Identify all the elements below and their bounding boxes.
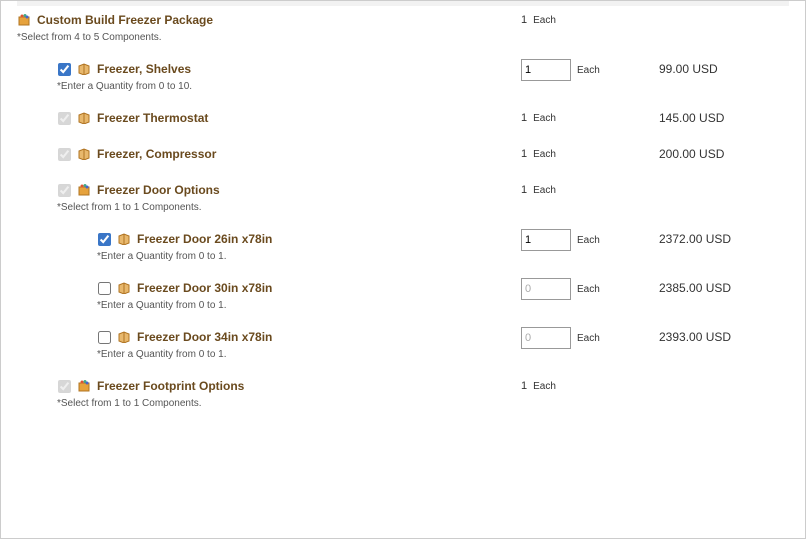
package-icon bbox=[77, 183, 91, 197]
package-icon bbox=[77, 379, 91, 393]
scroll-area[interactable]: PRODUCT QUANTITY PRICE Custom Build Free… bbox=[1, 1, 805, 538]
checkbox-door-options bbox=[58, 184, 71, 197]
door-title-0: Freezer Door 26in x78in bbox=[137, 232, 272, 246]
table-row: Freezer Thermostat 1 Each 145.00 USD bbox=[17, 104, 789, 132]
each-label: Each bbox=[533, 381, 556, 392]
door-title-1: Freezer Door 30in x78in bbox=[137, 281, 272, 295]
root-qty: 1 bbox=[521, 14, 527, 26]
item-qty-input-0[interactable] bbox=[521, 59, 571, 81]
door-checkbox-1[interactable] bbox=[98, 282, 111, 295]
box-icon bbox=[117, 330, 131, 344]
footprint-qty: 1 bbox=[521, 380, 527, 392]
root-title: Custom Build Freezer Package bbox=[37, 13, 213, 27]
item-title-1: Freezer Thermostat bbox=[97, 111, 208, 125]
each-label: Each bbox=[577, 333, 600, 344]
door-note-0: *Enter a Quantity from 0 to 1. bbox=[97, 251, 513, 262]
package-icon bbox=[17, 13, 31, 27]
door-price-1: 2385.00 USD bbox=[659, 278, 789, 298]
each-label: Each bbox=[533, 149, 556, 160]
each-label: Each bbox=[533, 113, 556, 124]
footprint-note: *Select from 1 to 1 Components. bbox=[57, 398, 513, 409]
door-options-note: *Select from 1 to 1 Components. bbox=[57, 202, 513, 213]
door-options-qty: 1 bbox=[521, 184, 527, 196]
door-qty-input-1 bbox=[521, 278, 571, 300]
item-price-1: 145.00 USD bbox=[659, 108, 789, 128]
box-icon bbox=[77, 147, 91, 161]
item-title-2: Freezer, Compressor bbox=[97, 147, 216, 161]
table-row: Freezer Door 30in x78in *Enter a Quantity… bbox=[17, 274, 789, 315]
box-icon bbox=[117, 281, 131, 295]
item-price-2: 200.00 USD bbox=[659, 144, 789, 164]
item-checkbox-0[interactable] bbox=[58, 63, 71, 76]
door-note-1: *Enter a Quantity from 0 to 1. bbox=[97, 300, 513, 311]
table-row: Freezer Door 26in x78in *Enter a Quantity… bbox=[17, 225, 789, 266]
row-root: Custom Build Freezer Package *Select fro… bbox=[17, 6, 789, 47]
box-icon bbox=[117, 232, 131, 246]
root-note: *Select from 4 to 5 Components. bbox=[17, 32, 513, 43]
item-qty-1: 1 bbox=[521, 112, 527, 124]
row-footprint-options: Freezer Footprint Options *Select from 1… bbox=[17, 372, 789, 413]
door-checkbox-0[interactable] bbox=[98, 233, 111, 246]
door-note-2: *Enter a Quantity from 0 to 1. bbox=[97, 349, 513, 360]
each-label: Each bbox=[533, 15, 556, 26]
table-row: Freezer Door 34in x78in *Enter a Quantity… bbox=[17, 323, 789, 364]
item-qty-2: 1 bbox=[521, 148, 527, 160]
door-title-2: Freezer Door 34in x78in bbox=[137, 330, 272, 344]
door-qty-input-0[interactable] bbox=[521, 229, 571, 251]
box-icon bbox=[77, 62, 91, 76]
table-row: Freezer, Shelves *Enter a Quantity from 0… bbox=[17, 55, 789, 96]
item-title-0: Freezer, Shelves bbox=[97, 62, 191, 76]
each-label: Each bbox=[577, 235, 600, 246]
footprint-title: Freezer Footprint Options bbox=[97, 379, 244, 393]
door-checkbox-2[interactable] bbox=[98, 331, 111, 344]
item-price-0: 99.00 USD bbox=[659, 59, 789, 79]
each-label: Each bbox=[577, 284, 600, 295]
item-checkbox-1 bbox=[58, 112, 71, 125]
item-checkbox-2 bbox=[58, 148, 71, 161]
each-label: Each bbox=[577, 65, 600, 76]
checkbox-footprint-options bbox=[58, 380, 71, 393]
each-label: Each bbox=[533, 185, 556, 196]
row-door-options: Freezer Door Options *Select from 1 to 1… bbox=[17, 176, 789, 217]
door-options-title: Freezer Door Options bbox=[97, 183, 220, 197]
door-price-2: 2393.00 USD bbox=[659, 327, 789, 347]
door-qty-input-2 bbox=[521, 327, 571, 349]
door-price-0: 2372.00 USD bbox=[659, 229, 789, 249]
table-row: Freezer, Compressor 1 Each 200.00 USD bbox=[17, 140, 789, 168]
item-note-0: *Enter a Quantity from 0 to 10. bbox=[57, 81, 513, 92]
box-icon bbox=[77, 111, 91, 125]
